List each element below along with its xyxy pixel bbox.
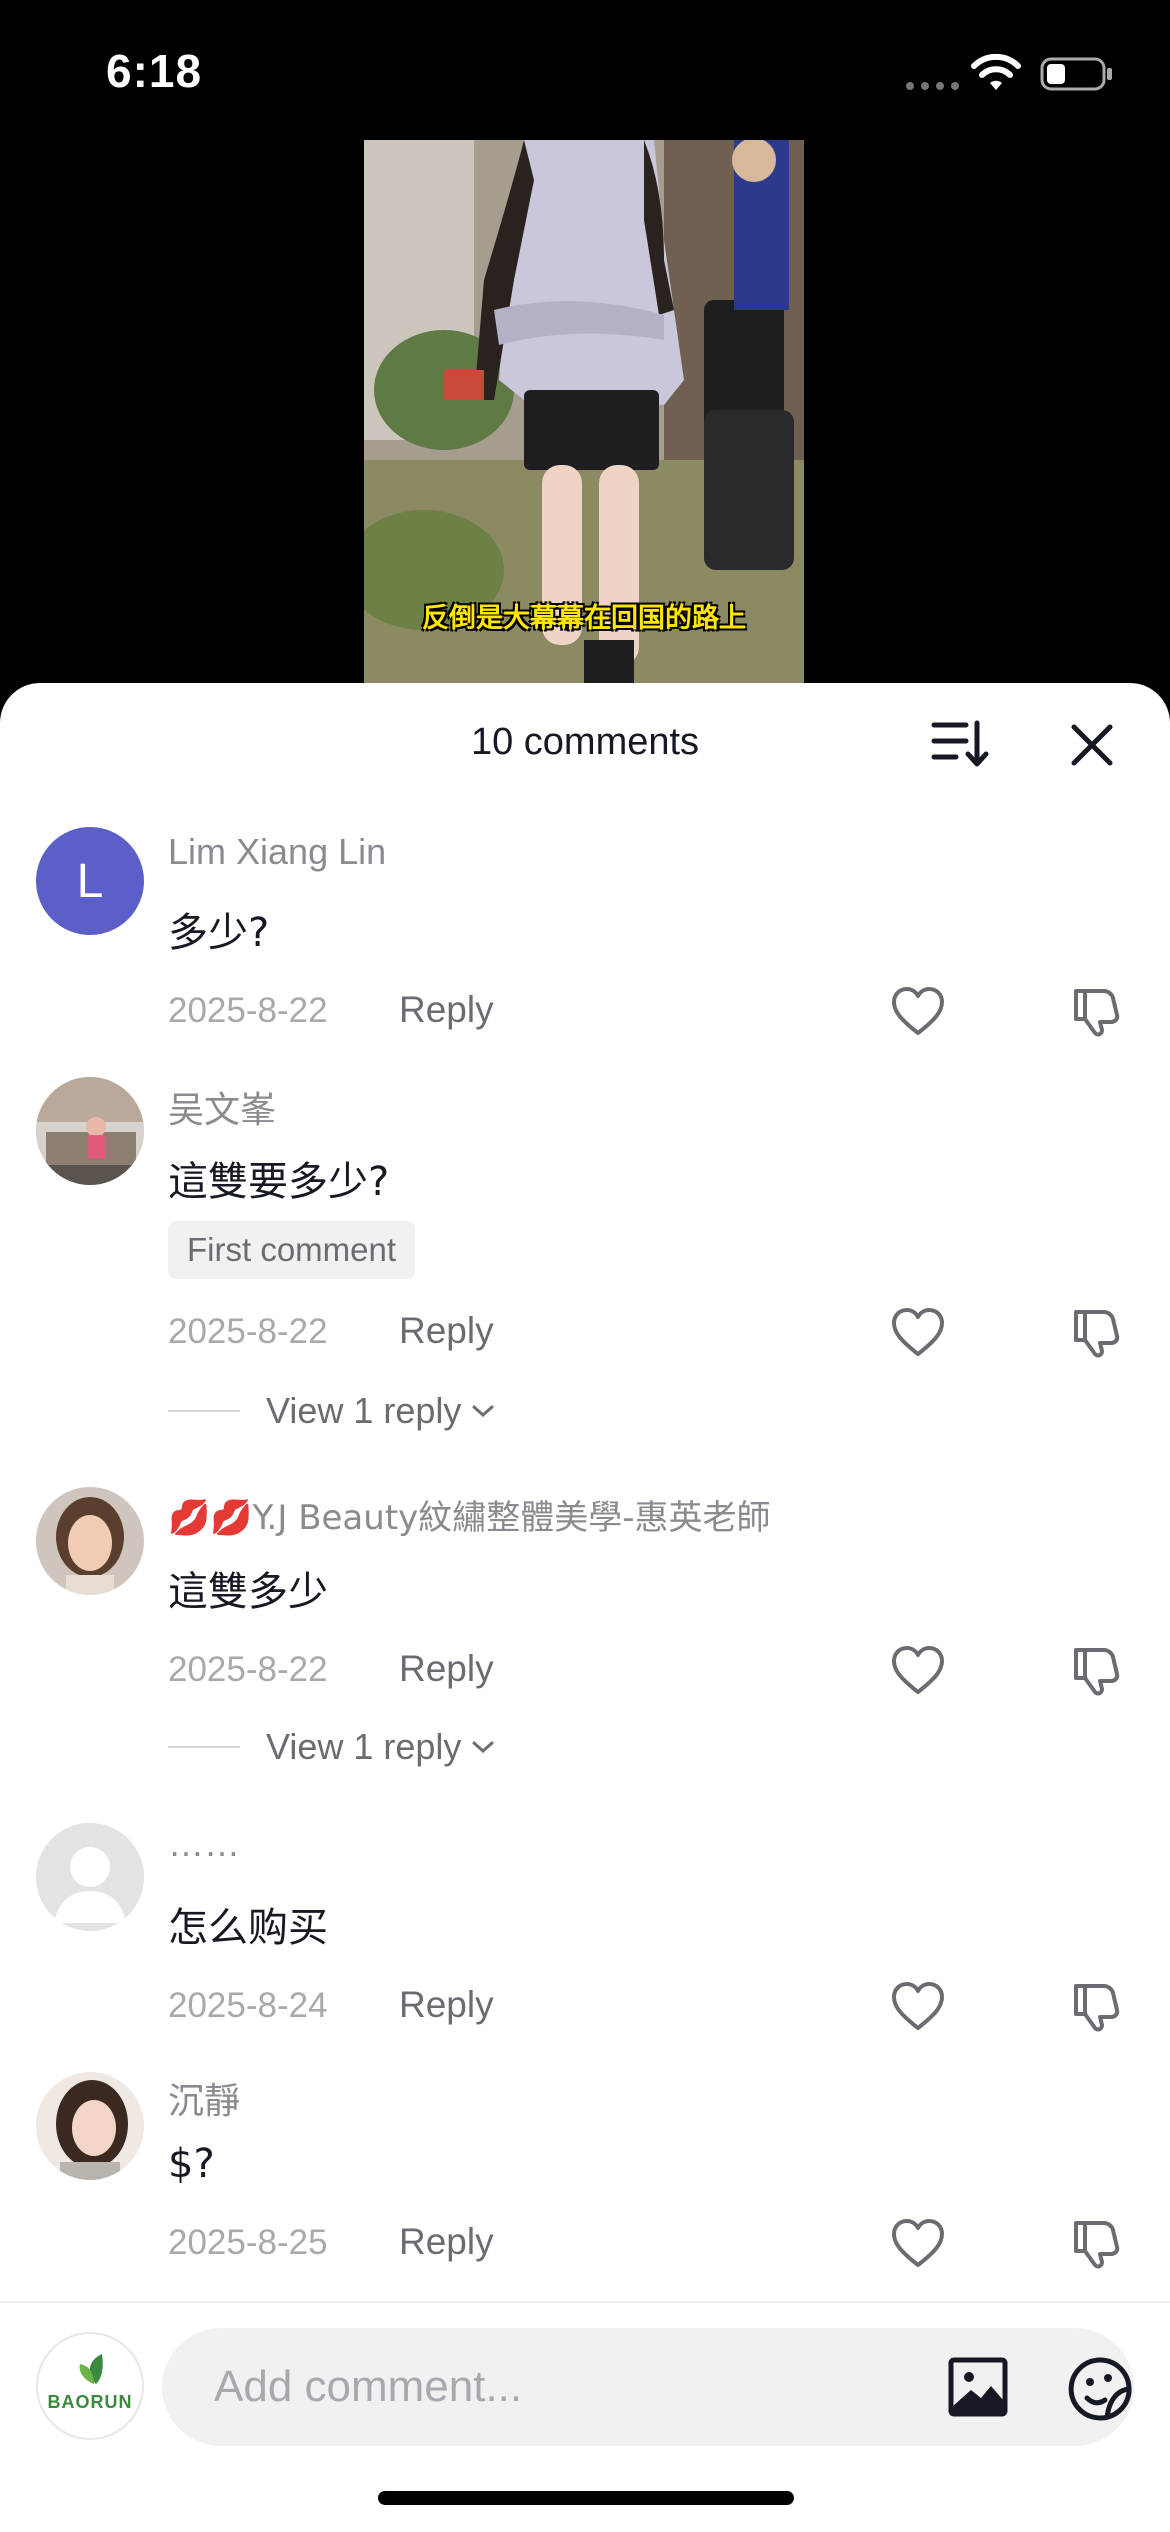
- reply-button[interactable]: Reply: [399, 2221, 494, 2263]
- first-comment-badge: First comment: [168, 1221, 416, 1279]
- app-screen: 6:18 反倒是大幕幕在回国的路上 10 comments L Lim Xian…: [0, 0, 1170, 2532]
- view-replies-label: View 1 reply: [266, 1726, 462, 1767]
- comment-text: 多少?: [168, 910, 270, 956]
- comment-text: 怎么购买: [168, 1905, 328, 1951]
- leaf-logo-icon: [79, 2354, 103, 2384]
- comments-count-title: 10 comments: [470, 721, 700, 763]
- comment-date: 2025-8-22: [168, 1312, 328, 1351]
- comment-input-container: [162, 2328, 1134, 2446]
- comment-username[interactable]: ……: [168, 1823, 240, 1865]
- comment-date: 2025-8-22: [168, 1650, 328, 1689]
- dislike-icon[interactable]: [1070, 1642, 1124, 1696]
- view-replies-button[interactable]: View 1 reply: [168, 1390, 495, 1432]
- comments-sheet: 10 comments L Lim Xiang Lin 多少? 2025-8-2…: [0, 683, 1170, 2532]
- avatar[interactable]: L: [36, 827, 144, 935]
- avatar[interactable]: [36, 1823, 144, 1931]
- my-avatar[interactable]: BAORUN: [36, 2332, 144, 2440]
- comment-date: 2025-8-22: [168, 991, 328, 1030]
- cellular-signal-icon: [906, 82, 959, 90]
- avatar-photo: [36, 2072, 144, 2180]
- comment-date: 2025-8-25: [168, 2223, 328, 2262]
- status-time: 6:18: [106, 45, 203, 97]
- comment-text: $?: [168, 2141, 215, 2187]
- avatar-photo: [36, 1077, 144, 1185]
- chevron-down-icon: [472, 1741, 494, 1754]
- dislike-icon[interactable]: [1070, 1304, 1124, 1358]
- default-avatar-icon: [36, 1823, 144, 1931]
- heart-icon[interactable]: [890, 2217, 946, 2269]
- view-replies-label: View 1 reply: [266, 1390, 462, 1431]
- wifi-icon: [971, 53, 1021, 90]
- battery-icon: [1040, 57, 1112, 91]
- home-indicator: [378, 2491, 794, 2505]
- divider-line: [168, 1410, 240, 1412]
- brand-logo-text: BAORUN: [47, 2392, 133, 2412]
- divider-line: [168, 1746, 240, 1748]
- view-replies-button[interactable]: View 1 reply: [168, 1726, 495, 1768]
- heart-icon[interactable]: [890, 1980, 946, 2032]
- comment-username[interactable]: 吴文峯: [168, 1081, 276, 1133]
- comment-text: 這雙多少: [168, 1569, 328, 1615]
- reply-button[interactable]: Reply: [399, 1984, 494, 2026]
- video-preview[interactable]: 反倒是大幕幕在回国的路上: [364, 140, 804, 685]
- avatar[interactable]: [36, 1487, 144, 1595]
- close-icon[interactable]: [1066, 719, 1118, 771]
- reply-button[interactable]: Reply: [399, 989, 494, 1031]
- avatar[interactable]: [36, 1077, 144, 1185]
- dislike-icon[interactable]: [1070, 2215, 1124, 2269]
- comment-username[interactable]: Lim Xiang Lin: [168, 831, 386, 873]
- heart-icon[interactable]: [890, 985, 946, 1037]
- avatar-photo: [36, 1487, 144, 1595]
- dislike-icon[interactable]: [1070, 1978, 1124, 2032]
- reply-button[interactable]: Reply: [399, 1310, 494, 1352]
- comment-username[interactable]: 💋💋Y.J Beauty紋繡整體美學-惠英老師: [168, 1490, 771, 1539]
- heart-icon[interactable]: [890, 1306, 946, 1358]
- reply-button[interactable]: Reply: [399, 1648, 494, 1690]
- sort-icon[interactable]: [930, 717, 990, 769]
- status-bar: 6:18: [0, 0, 1170, 150]
- dislike-icon[interactable]: [1070, 983, 1124, 1037]
- avatar[interactable]: [36, 2072, 144, 2180]
- comment-text: 這雙要多少?: [168, 1159, 390, 1205]
- comment-date: 2025-8-24: [168, 1986, 328, 2025]
- heart-icon[interactable]: [890, 1644, 946, 1696]
- comment-input[interactable]: [214, 2328, 774, 2446]
- comment-username[interactable]: 沉靜: [168, 2072, 240, 2124]
- sticker-icon[interactable]: [1067, 2356, 1133, 2422]
- image-icon[interactable]: [947, 2356, 1009, 2418]
- chevron-down-icon: [472, 1405, 494, 1418]
- video-caption: 反倒是大幕幕在回国的路上: [422, 603, 746, 634]
